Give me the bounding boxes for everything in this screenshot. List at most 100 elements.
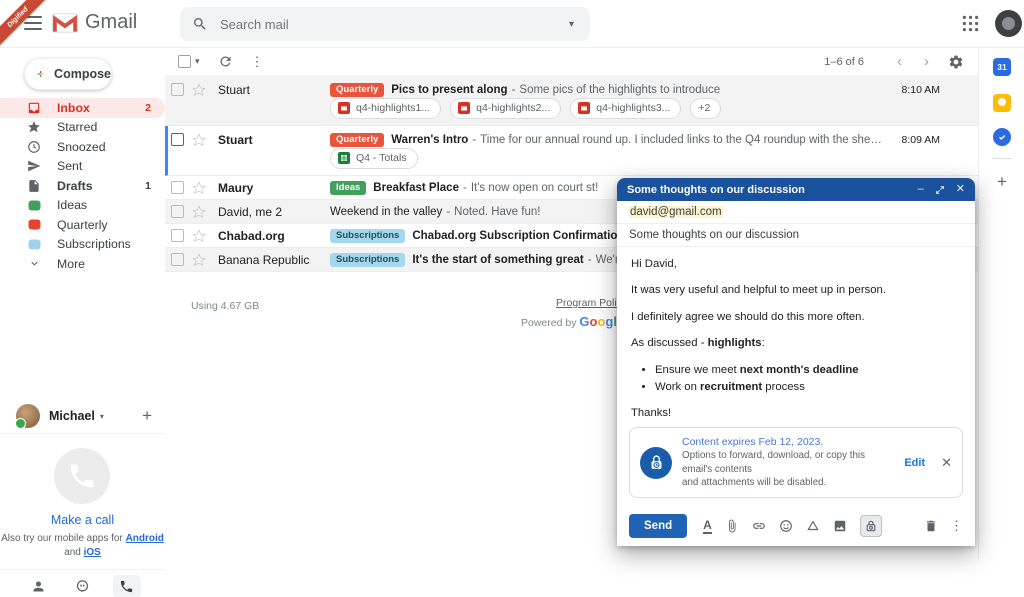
emoji-icon[interactable] (779, 519, 793, 533)
account-avatar[interactable] (995, 10, 1022, 37)
star-icon[interactable] (192, 252, 208, 267)
search-options-caret-icon[interactable]: ▾ (569, 19, 574, 30)
recipient-field[interactable]: david@gmail.com (617, 201, 975, 224)
attachment-chip[interactable]: q4-highlights3... (570, 97, 682, 119)
newer-page-icon[interactable]: ‹ (886, 53, 913, 70)
sidebar-item-sent[interactable]: Sent (0, 157, 165, 177)
compose-plus-icon (37, 71, 44, 77)
send-button[interactable]: Send (629, 514, 688, 538)
email-summary: Quarterly Pics to present along - Some pics… (330, 82, 882, 97)
email-snippet: Some pics of the highlights to introduce (519, 83, 721, 96)
settings-gear-icon[interactable] (948, 54, 964, 70)
label-chip[interactable]: Quarterly (330, 132, 385, 147)
star-icon[interactable] (192, 132, 208, 147)
sender-name: Chabad.org (218, 228, 285, 243)
email-subject: Weekend in the valley (330, 205, 443, 218)
row-checkbox[interactable] (171, 205, 184, 218)
ios-link[interactable]: iOS (84, 547, 101, 558)
attachment-name: q4-highlights1... (356, 102, 431, 114)
older-page-icon[interactable]: › (913, 53, 940, 70)
star-icon[interactable] (192, 82, 208, 97)
star-icon[interactable] (192, 228, 208, 243)
android-link[interactable]: Android (126, 533, 164, 544)
compose-button[interactable]: Compose (24, 58, 112, 90)
compose-header[interactable]: Some thoughts on our discussion – ✕ (617, 178, 975, 201)
pop-out-icon[interactable] (935, 185, 945, 195)
calendar-icon[interactable]: 31 (979, 58, 1024, 76)
email-row[interactable]: Stuart Quarterly Warren's Intro - Time for … (165, 126, 978, 176)
row-checkbox[interactable] (171, 83, 184, 96)
select-all-checkbox[interactable] (178, 55, 191, 68)
minimize-icon[interactable]: – (918, 184, 924, 195)
chevron-down-icon (27, 258, 41, 269)
body-paragraph: It was very useful and helpful to meet u… (631, 282, 961, 298)
sidebar-item-label: Inbox (57, 100, 90, 115)
keep-icon[interactable] (979, 94, 1024, 112)
attachment-chip[interactable]: Q4 - Totals (330, 147, 418, 169)
sidebar-item-subscriptions[interactable]: Subscriptions (0, 235, 165, 255)
google-apps-grid-icon[interactable] (962, 15, 979, 37)
more-send-options-icon[interactable]: ⋮ (950, 518, 963, 534)
new-conversation-button[interactable]: + (142, 406, 152, 426)
label-chip[interactable]: Quarterly (330, 82, 385, 97)
sidebar-item-quarterly[interactable]: Quarterly (0, 215, 165, 235)
formatting-icon[interactable]: A (703, 519, 712, 534)
image-icon[interactable] (833, 519, 847, 533)
sidebar-item-more[interactable]: More (0, 254, 165, 274)
tasks-icon[interactable] (979, 128, 1024, 146)
label-chip[interactable]: Ideas (330, 180, 367, 195)
compose-toolbar: Send A ⋮ (617, 506, 975, 546)
close-icon[interactable]: ✕ (956, 184, 965, 195)
pagination-label: 1–6 of 6 (824, 55, 864, 68)
refresh-icon[interactable] (218, 54, 233, 69)
inbox-icon (27, 101, 41, 115)
discard-draft-trash-icon[interactable] (924, 519, 938, 533)
row-checkbox[interactable] (171, 253, 184, 266)
search-bar[interactable]: ▾ (180, 7, 590, 41)
star-icon[interactable] (192, 180, 208, 195)
label-chip[interactable]: Subscriptions (330, 228, 406, 243)
hamburger-menu-icon[interactable] (24, 16, 42, 30)
confidential-mode-banner: Content expires Feb 12, 2023. Options to… (629, 427, 963, 498)
attachment-chip[interactable]: q4-highlights2... (450, 97, 562, 119)
chat-user-row[interactable]: Michael ▾ + (15, 404, 152, 429)
chat-user-caret-icon[interactable]: ▾ (100, 412, 104, 421)
attachment-chip[interactable]: +2 (690, 97, 722, 119)
confidential-icon[interactable] (859, 515, 882, 537)
row-checkbox[interactable] (171, 181, 184, 194)
sidebar-item-starred[interactable]: Starred (0, 118, 165, 138)
sidebar-item-snoozed[interactable]: Snoozed (0, 137, 165, 157)
body-text-run: Thanks! (631, 407, 672, 420)
sidebar-item-label: Ideas (57, 198, 88, 213)
hangouts-tab-icon[interactable] (69, 575, 97, 597)
row-checkbox[interactable] (171, 133, 184, 146)
message-body-editor[interactable]: Hi David, It was very useful and helpful … (617, 247, 975, 425)
attachment-chip[interactable]: q4-highlights1... (330, 97, 442, 119)
search-input[interactable] (220, 16, 569, 32)
separator: - (587, 253, 592, 266)
body-text-run: process (762, 380, 805, 393)
link-icon[interactable] (752, 519, 766, 533)
subject-field[interactable]: Some thoughts on our discussion (617, 224, 975, 247)
label-chip[interactable]: Subscriptions (330, 252, 406, 267)
make-a-call-link[interactable]: Make a call (0, 513, 165, 527)
sidebar-item-drafts[interactable]: Drafts 1 (0, 176, 165, 196)
email-subject: Breakfast Place (373, 181, 459, 194)
email-snippet: Noted. Have fun! (454, 205, 541, 218)
select-caret-icon[interactable]: ▾ (195, 56, 200, 67)
contacts-tab-icon[interactable] (25, 575, 53, 597)
gmail-logo: Gmail (52, 11, 137, 34)
phone-tab-icon[interactable] (112, 575, 141, 597)
star-icon[interactable] (192, 204, 208, 219)
attach-icon[interactable] (725, 519, 739, 533)
sidebar-item-ideas[interactable]: Ideas (0, 196, 165, 216)
sidebar-item-inbox[interactable]: Inbox 2 (0, 98, 165, 118)
more-options-icon[interactable]: ⋮ (251, 54, 264, 70)
dismiss-banner-icon[interactable]: ✕ (941, 455, 952, 471)
email-row[interactable]: Stuart Quarterly Pics to present along - So… (165, 76, 978, 126)
slides-file-icon (578, 102, 591, 114)
add-addon-icon[interactable]: + (979, 172, 1024, 192)
row-checkbox[interactable] (171, 229, 184, 242)
drive-icon[interactable] (806, 519, 820, 533)
edit-expiry-button[interactable]: Edit (904, 457, 925, 469)
